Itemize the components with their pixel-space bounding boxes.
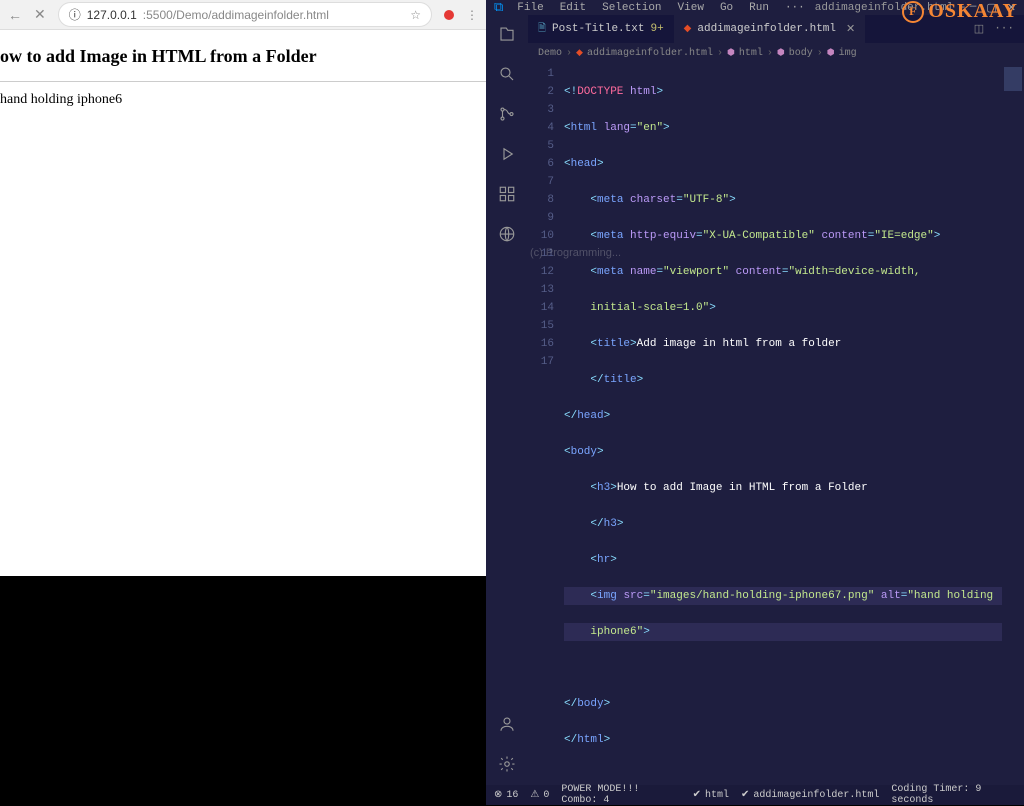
logo-icon: F bbox=[902, 1, 924, 23]
menu-view[interactable]: View bbox=[672, 2, 710, 14]
watermark-logo: F OSKAAY bbox=[902, 0, 1018, 23]
extensions-icon[interactable] bbox=[496, 183, 518, 205]
menu-run[interactable]: Run bbox=[743, 2, 775, 14]
split-editor-icon[interactable]: ◫ bbox=[974, 22, 984, 36]
url-path: :5500/Demo/addimageinfolder.html bbox=[143, 8, 329, 22]
html-file-icon: ◆ bbox=[684, 23, 692, 35]
page-heading: ow to add Image in HTML from a Folder bbox=[0, 46, 486, 67]
bc-file[interactable]: addimageinfolder.html bbox=[587, 48, 713, 59]
status-bar: ⊗ 16 ⚠ 0 POWER MODE!!! Combo: 4 ✔ html ✔… bbox=[486, 785, 1024, 805]
back-button[interactable]: ← bbox=[8, 7, 22, 23]
coding-timer[interactable]: Coding Timer: 9 seconds bbox=[891, 784, 1016, 806]
power-mode[interactable]: POWER MODE!!! Combo: 4 bbox=[561, 784, 680, 806]
account-icon[interactable] bbox=[496, 713, 518, 735]
html-file-icon: ◆ bbox=[576, 48, 583, 58]
text-file-icon: 🗎 bbox=[538, 21, 546, 38]
browser-toolbar: ← ✕ ⓘ 127.0.0.1 :5500/Demo/addimageinfold… bbox=[0, 0, 486, 30]
remote-icon[interactable] bbox=[496, 223, 518, 245]
code-editor[interactable]: 1234567891011121314151617 <!DOCTYPE html… bbox=[528, 63, 1024, 785]
close-icon[interactable]: ✕ bbox=[34, 6, 46, 23]
activity-bar bbox=[486, 15, 528, 785]
copyright-watermark: (c) Programming... bbox=[530, 247, 621, 259]
more-actions-icon[interactable]: ··· bbox=[994, 23, 1014, 35]
breadcrumb[interactable]: Demo› ◆ addimageinfolder.html› ⬢ html› ⬢… bbox=[528, 43, 1024, 63]
info-icon: ⓘ bbox=[69, 6, 81, 23]
tag-icon: ⬢ bbox=[777, 48, 785, 58]
editor-area: 🗎 Post-Title.txt 9+ ◆ addimageinfolder.h… bbox=[528, 15, 1024, 785]
line-gutter: 1234567891011121314151617 bbox=[528, 63, 564, 785]
tab-addimage[interactable]: ◆ addimageinfolder.html ✕ bbox=[674, 15, 866, 43]
source-control-icon[interactable] bbox=[496, 103, 518, 125]
stop-icon[interactable] bbox=[444, 10, 454, 20]
explorer-icon[interactable] bbox=[496, 23, 518, 45]
file-check[interactable]: ✔ addimageinfolder.html bbox=[741, 789, 879, 801]
vscode-icon: ⧉ bbox=[494, 0, 503, 15]
menu-edit[interactable]: Edit bbox=[554, 2, 592, 14]
search-icon[interactable] bbox=[496, 63, 518, 85]
main-area: 🗎 Post-Title.txt 9+ ◆ addimageinfolder.h… bbox=[486, 15, 1024, 785]
tag-icon: ⬢ bbox=[727, 48, 735, 58]
tab-badge: 9+ bbox=[650, 23, 663, 35]
star-icon[interactable]: ☆ bbox=[410, 8, 421, 22]
url-bar[interactable]: ⓘ 127.0.0.1 :5500/Demo/addimageinfolder.h… bbox=[58, 2, 432, 27]
tab-label: Post-Title.txt bbox=[552, 23, 644, 35]
code-content[interactable]: <!DOCTYPE html> <html lang="en"> <head> … bbox=[564, 63, 1002, 785]
browser-pane: ← ✕ ⓘ 127.0.0.1 :5500/Demo/addimageinfold… bbox=[0, 0, 486, 576]
logo-text: OSKAAY bbox=[928, 0, 1018, 23]
bc-img[interactable]: img bbox=[839, 48, 857, 59]
debug-icon[interactable] bbox=[496, 143, 518, 165]
tab-label: addimageinfolder.html bbox=[697, 23, 836, 35]
menu-more[interactable]: ··· bbox=[779, 2, 811, 14]
bc-html[interactable]: html bbox=[739, 48, 763, 59]
image-alt-text: hand holding iphone6 bbox=[0, 92, 486, 108]
error-count[interactable]: ⊗ 16 bbox=[494, 789, 518, 801]
menu-file[interactable]: File bbox=[511, 2, 549, 14]
bc-body[interactable]: body bbox=[789, 48, 813, 59]
close-tab-icon[interactable]: ✕ bbox=[846, 22, 855, 36]
tab-post-title[interactable]: 🗎 Post-Title.txt 9+ bbox=[528, 15, 674, 43]
settings-icon[interactable] bbox=[496, 753, 518, 775]
bc-folder[interactable]: Demo bbox=[538, 48, 562, 59]
tag-icon: ⬢ bbox=[827, 48, 835, 58]
url-host: 127.0.0.1 bbox=[87, 8, 137, 22]
menu-selection[interactable]: Selection bbox=[596, 2, 667, 14]
divider bbox=[0, 81, 486, 82]
menu-go[interactable]: Go bbox=[714, 2, 739, 14]
minimap[interactable] bbox=[1002, 63, 1024, 785]
menu-icon[interactable]: ⋮ bbox=[466, 8, 478, 22]
lang-mode[interactable]: ✔ html bbox=[693, 789, 729, 801]
vscode-window: F OSKAAY ⧉ File Edit Selection View Go R… bbox=[486, 0, 1024, 576]
browser-viewport: ow to add Image in HTML from a Folder ha… bbox=[0, 30, 486, 108]
warning-count[interactable]: ⚠ 0 bbox=[530, 789, 549, 801]
